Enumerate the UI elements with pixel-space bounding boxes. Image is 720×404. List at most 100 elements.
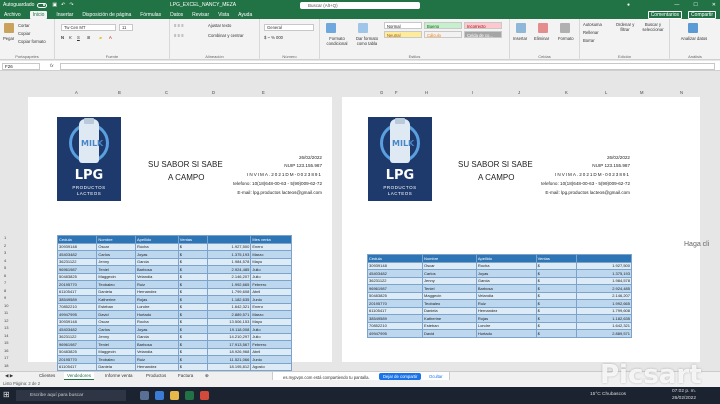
table-cell[interactable]: $ bbox=[177, 250, 208, 259]
row-number[interactable]: 17 bbox=[4, 355, 8, 360]
row-number[interactable]: 13 bbox=[4, 325, 8, 330]
table-cell[interactable]: Rojas bbox=[475, 314, 537, 323]
table-cell[interactable]: Agosto bbox=[250, 362, 292, 371]
table_left-header-cell[interactable]: Nombre bbox=[96, 235, 136, 244]
table-cell[interactable]: Joyas bbox=[134, 250, 179, 259]
table-cell[interactable]: $ bbox=[177, 272, 208, 281]
table-cell[interactable]: Jenny bbox=[96, 257, 136, 266]
col-header-m[interactable]: M bbox=[640, 90, 644, 95]
table-cell[interactable]: 30939148 bbox=[56, 317, 98, 326]
table-cell[interactable]: Enero bbox=[250, 242, 292, 251]
tab-revisar[interactable]: Revisar bbox=[192, 12, 209, 18]
table-cell[interactable]: Febrero bbox=[250, 340, 292, 349]
sheet-tab-productos[interactable]: Productos bbox=[143, 372, 169, 380]
underline-icon[interactable]: S bbox=[77, 35, 80, 40]
table_right-header-cell[interactable] bbox=[575, 254, 633, 263]
sheet-tab-factura[interactable]: Factura bbox=[175, 372, 196, 380]
paste-button[interactable]: Pegar bbox=[3, 36, 14, 41]
table-cell[interactable]: 20195770 bbox=[366, 299, 424, 308]
row-number[interactable]: 12 bbox=[4, 318, 8, 323]
col-header-e[interactable]: E bbox=[262, 90, 265, 95]
save-icon[interactable]: ▣ bbox=[52, 2, 57, 8]
table-cell[interactable]: $ bbox=[177, 242, 208, 251]
row-number[interactable]: 7 bbox=[4, 280, 6, 285]
table-cell[interactable]: Abril bbox=[250, 287, 292, 296]
table-cell[interactable]: Rocha bbox=[475, 261, 537, 270]
table-cell[interactable]: Maggecin bbox=[96, 347, 136, 356]
tab-disposicion[interactable]: Disposición de página bbox=[82, 12, 131, 18]
table-cell[interactable]: 61105417 bbox=[56, 362, 98, 371]
table-cell[interactable]: 2.924,485 bbox=[206, 265, 252, 274]
col-header-f[interactable]: F bbox=[395, 90, 398, 95]
italic-icon[interactable]: K bbox=[69, 35, 72, 40]
table-cell[interactable]: 61105417 bbox=[56, 287, 98, 296]
table-cell[interactable]: Julio bbox=[250, 325, 292, 334]
table_left-header-cell[interactable]: Mes venta bbox=[250, 235, 292, 244]
table-cell[interactable]: $ bbox=[177, 340, 208, 349]
tab-archivo[interactable]: Archivo bbox=[4, 12, 21, 18]
sheet-tab-informe[interactable]: Informe venta bbox=[102, 372, 136, 380]
table-cell[interactable]: $ bbox=[535, 291, 577, 300]
table-cell[interactable]: Teniel bbox=[96, 265, 136, 274]
table-cell[interactable]: 1.642,321 bbox=[206, 302, 252, 311]
table-cell[interactable]: Oscar bbox=[96, 242, 136, 251]
col-header-j[interactable]: J bbox=[518, 90, 520, 95]
table-cell[interactable]: Marzo bbox=[250, 250, 292, 259]
font-size-select[interactable]: 11 bbox=[119, 24, 133, 31]
redo-icon[interactable]: ↷ bbox=[69, 2, 73, 8]
row-number[interactable]: 16 bbox=[4, 348, 8, 353]
align-left-icon[interactable]: ≡ ≡ ≡ bbox=[174, 33, 184, 38]
col-header-d[interactable]: D bbox=[212, 90, 215, 95]
table-cell[interactable]: Hernandez bbox=[134, 287, 179, 296]
font-color-icon[interactable]: A bbox=[109, 35, 112, 40]
style-normal[interactable]: Normal bbox=[384, 22, 422, 29]
table-cell[interactable]: Enero bbox=[250, 302, 292, 311]
table-cell[interactable]: 96961987 bbox=[366, 284, 424, 293]
tab-formulas[interactable]: Fórmulas bbox=[140, 12, 161, 18]
table-cell[interactable]: 38549589 bbox=[56, 295, 98, 304]
table-cell[interactable]: Febrero bbox=[250, 280, 292, 289]
table-cell[interactable]: Junio bbox=[250, 355, 292, 364]
table-cell[interactable]: $ bbox=[177, 355, 208, 364]
task-view-icon[interactable] bbox=[140, 391, 149, 400]
table-cell[interactable]: $ bbox=[177, 280, 208, 289]
col-header-l[interactable]: L bbox=[605, 90, 607, 95]
table-cell[interactable]: Julio bbox=[250, 272, 292, 281]
table-cell[interactable]: 70852210 bbox=[366, 321, 424, 330]
row-number[interactable]: 15 bbox=[4, 340, 8, 345]
table-cell[interactable]: 36231122 bbox=[366, 276, 424, 285]
table-cell[interactable]: 70852210 bbox=[56, 302, 98, 311]
conditional-format-icon[interactable] bbox=[326, 23, 336, 33]
table-cell[interactable]: Oscar bbox=[96, 317, 136, 326]
sheet-tab-vendedores[interactable]: Vendedores bbox=[64, 372, 95, 380]
row-number[interactable]: 5 bbox=[4, 265, 6, 270]
table-cell[interactable]: Maggecin bbox=[422, 291, 477, 300]
format-cells-button[interactable]: Formato bbox=[558, 36, 574, 41]
table-cell[interactable]: 20195770 bbox=[56, 355, 98, 364]
table-cell[interactable]: 1.927,500 bbox=[575, 261, 633, 270]
table_left-header-cell[interactable] bbox=[206, 235, 252, 244]
table-cell[interactable]: 96961987 bbox=[56, 340, 98, 349]
tab-insertar[interactable]: Insertar bbox=[56, 12, 73, 18]
table-cell[interactable]: Julio bbox=[250, 265, 292, 274]
table-cell[interactable]: Ruiz bbox=[134, 280, 179, 289]
table-cell[interactable]: Junio bbox=[250, 295, 292, 304]
formula-input[interactable] bbox=[60, 63, 715, 70]
table-cell[interactable]: Barbosa bbox=[134, 340, 179, 349]
style-calculo[interactable]: Cálculo bbox=[424, 31, 462, 38]
table-cell[interactable]: Teobaleo bbox=[96, 280, 136, 289]
col-header-a[interactable]: A bbox=[75, 90, 78, 95]
delete-cells-icon[interactable] bbox=[538, 23, 548, 33]
table-cell[interactable]: 1.927,500 bbox=[206, 242, 252, 251]
style-neutral[interactable]: Neutral bbox=[384, 31, 422, 38]
name-box[interactable]: F26 bbox=[2, 63, 40, 70]
table-cell[interactable]: $ bbox=[535, 329, 577, 338]
table_left-header-cell[interactable]: Ventas bbox=[177, 235, 208, 244]
conditional-format-button[interactable]: Formato condicional bbox=[322, 36, 352, 46]
row-number[interactable]: 1 bbox=[4, 235, 6, 240]
table-cell[interactable]: Londre bbox=[475, 321, 537, 330]
table-cell[interactable]: Esteban bbox=[96, 302, 136, 311]
table-cell[interactable]: Rocha bbox=[134, 242, 179, 251]
share-button[interactable]: Compartir bbox=[688, 10, 716, 19]
table-cell[interactable]: David bbox=[96, 310, 136, 319]
